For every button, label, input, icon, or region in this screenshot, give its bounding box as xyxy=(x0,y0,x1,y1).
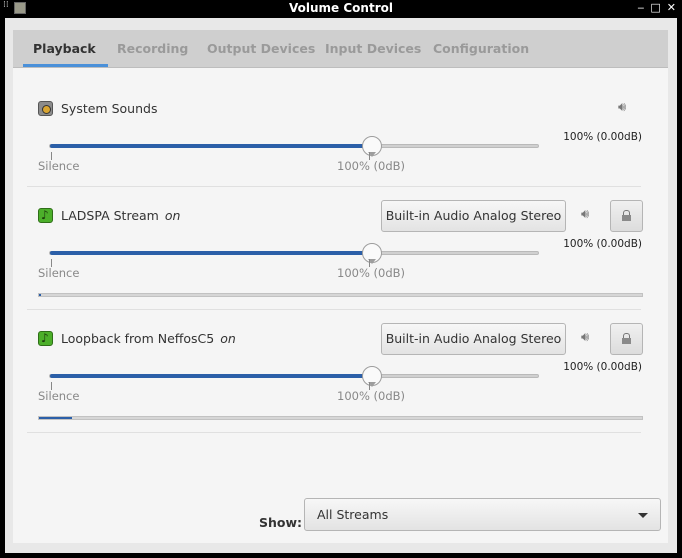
show-label: Show: xyxy=(259,515,303,530)
volume-percent-label: 100% (0.00dB) xyxy=(563,361,642,373)
scale-label-silence: Silence xyxy=(38,266,80,280)
show-selected-value: All Streams xyxy=(317,507,389,522)
stream-state: on xyxy=(164,208,181,223)
speaker-mute-icon[interactable]: 🔊︎ xyxy=(618,101,636,115)
output-device-button[interactable]: Built-in Audio Analog Stereo xyxy=(381,200,566,232)
scale-label-100: 100% (0dB) xyxy=(337,159,406,173)
row-separator xyxy=(27,186,641,187)
show-streams-dropdown[interactable]: All Streams xyxy=(304,498,661,531)
speaker-mute-icon[interactable]: 🔊︎ xyxy=(581,208,599,222)
close-button[interactable]: ✕ xyxy=(667,1,676,14)
volume-slider-fill xyxy=(50,144,373,148)
music-note-icon xyxy=(38,331,53,346)
tab-recording[interactable]: Recording xyxy=(117,30,188,67)
scale-label-100: 100% (0dB) xyxy=(337,266,406,280)
volume-control-window: ⁞⁞ Volume Control ‒ □ ✕ Playback Recordi… xyxy=(0,0,682,558)
volume-percent-label: 100% (0.00dB) xyxy=(563,131,642,143)
scale-label-100: 100% (0dB) xyxy=(337,389,406,403)
volume-slider-track[interactable] xyxy=(49,374,539,378)
title-bar: ⁞⁞ Volume Control ‒ □ ✕ xyxy=(0,0,682,18)
volume-slider-fill xyxy=(50,374,373,378)
row-separator xyxy=(27,432,641,433)
minimize-button[interactable]: ‒ xyxy=(637,1,644,14)
volume-slider-track[interactable] xyxy=(49,251,539,255)
peak-level-fill xyxy=(39,294,41,296)
lock-icon xyxy=(622,210,631,221)
peak-level-fill xyxy=(39,417,72,419)
stream-name: LADSPA Stream on xyxy=(61,208,181,223)
speaker-mute-icon[interactable]: 🔊︎ xyxy=(581,331,599,345)
lock-channels-button[interactable] xyxy=(610,323,643,355)
output-device-button[interactable]: Built-in Audio Analog Stereo xyxy=(381,323,566,355)
peak-level-meter xyxy=(38,293,643,297)
stream-state: on xyxy=(220,331,236,346)
volume-slider-knob[interactable] xyxy=(362,136,382,157)
playback-panel: System Sounds 🔊︎ 100% (0.00dB) Silence 1… xyxy=(13,68,668,543)
volume-percent-label: 100% (0.00dB) xyxy=(563,238,642,250)
tab-configuration[interactable]: Configuration xyxy=(433,30,529,67)
stream-name: System Sounds xyxy=(61,101,158,116)
volume-slider-knob[interactable] xyxy=(362,366,382,387)
scale-label-silence: Silence xyxy=(38,389,80,403)
scale-label-silence: Silence xyxy=(38,159,80,173)
system-sounds-icon xyxy=(38,101,53,116)
volume-slider-knob[interactable] xyxy=(362,243,382,264)
peak-level-meter xyxy=(38,416,643,420)
tab-output-devices[interactable]: Output Devices xyxy=(207,30,315,67)
row-separator xyxy=(27,309,641,310)
tab-bar: Playback Recording Output Devices Input … xyxy=(13,30,668,68)
volume-slider-track[interactable] xyxy=(49,144,539,148)
lock-icon xyxy=(622,333,631,344)
volume-slider-fill xyxy=(50,251,373,255)
stream-name: Loopback from NeffosC5 on xyxy=(61,331,236,346)
window-title: Volume Control xyxy=(289,1,393,15)
client-area: Playback Recording Output Devices Input … xyxy=(5,18,677,553)
chevron-down-icon xyxy=(638,513,648,518)
lock-channels-button[interactable] xyxy=(610,200,643,232)
maximize-button[interactable]: □ xyxy=(650,1,660,14)
tab-input-devices[interactable]: Input Devices xyxy=(325,30,421,67)
music-note-icon xyxy=(38,208,53,223)
tab-playback[interactable]: Playback xyxy=(23,30,108,67)
